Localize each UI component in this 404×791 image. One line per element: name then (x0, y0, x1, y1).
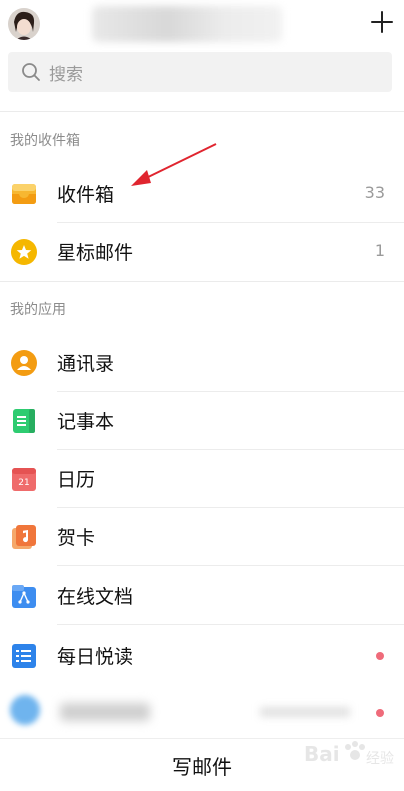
section-title-inbox: 我的收件箱 (10, 133, 80, 149)
online-docs-label: 在线文档 (57, 586, 134, 608)
unread-dot (376, 652, 384, 660)
sidebar-item-inbox[interactable]: 收件箱 33 (0, 165, 404, 223)
user-avatar[interactable] (8, 8, 40, 40)
blurred-app-icon (10, 695, 40, 725)
baidu-watermark-logo: Bai 经验 (304, 741, 394, 767)
star-icon (11, 239, 37, 265)
starred-count: 1 (374, 241, 385, 260)
notepad-label: 记事本 (57, 411, 115, 433)
blurred-right-text (260, 707, 350, 717)
inbox-label: 收件箱 (57, 184, 115, 206)
svg-text:Bai: Bai (304, 742, 340, 766)
contacts-icon (11, 350, 37, 376)
music-note-icon (12, 525, 36, 549)
greeting-card-label: 贺卡 (57, 527, 96, 549)
starred-label: 星标邮件 (57, 242, 134, 264)
divider (0, 111, 404, 112)
search-placeholder: 搜索 (49, 64, 83, 85)
docs-icon (12, 585, 36, 608)
sidebar-item-online-docs[interactable]: 在线文档 (0, 567, 404, 625)
reading-icon (12, 644, 36, 668)
sidebar-item-daily-reading[interactable]: 每日悦读 (0, 627, 404, 685)
add-icon[interactable] (368, 8, 396, 36)
account-name-blurred (92, 6, 282, 42)
inbox-icon (12, 184, 36, 204)
blurred-app-label (60, 703, 150, 721)
unread-dot (376, 709, 384, 717)
contacts-label: 通讯录 (57, 353, 115, 375)
section-title-apps: 我的应用 (10, 302, 66, 318)
notepad-icon (13, 409, 35, 433)
sidebar-item-contacts[interactable]: 通讯录 (0, 334, 404, 392)
calendar-label: 日历 (57, 469, 96, 491)
calendar-icon-text: 21 (18, 478, 29, 488)
row-divider (57, 624, 404, 625)
svg-text:经验: 经验 (366, 751, 394, 767)
search-input[interactable]: 搜索 (8, 52, 392, 92)
sidebar-item-blurred[interactable] (0, 685, 404, 738)
daily-reading-label: 每日悦读 (57, 646, 134, 668)
inbox-count: 33 (364, 183, 385, 202)
sidebar-item-greeting-card[interactable]: 贺卡 (0, 508, 404, 566)
search-icon (22, 63, 40, 81)
sidebar-item-calendar[interactable]: 21 日历 (0, 450, 404, 508)
sidebar-item-starred[interactable]: 星标邮件 1 (0, 223, 404, 281)
divider (0, 281, 404, 282)
calendar-icon: 21 (12, 468, 36, 491)
top-bar (0, 0, 404, 50)
sidebar-item-notepad[interactable]: 记事本 (0, 392, 404, 450)
row-divider (57, 565, 404, 566)
